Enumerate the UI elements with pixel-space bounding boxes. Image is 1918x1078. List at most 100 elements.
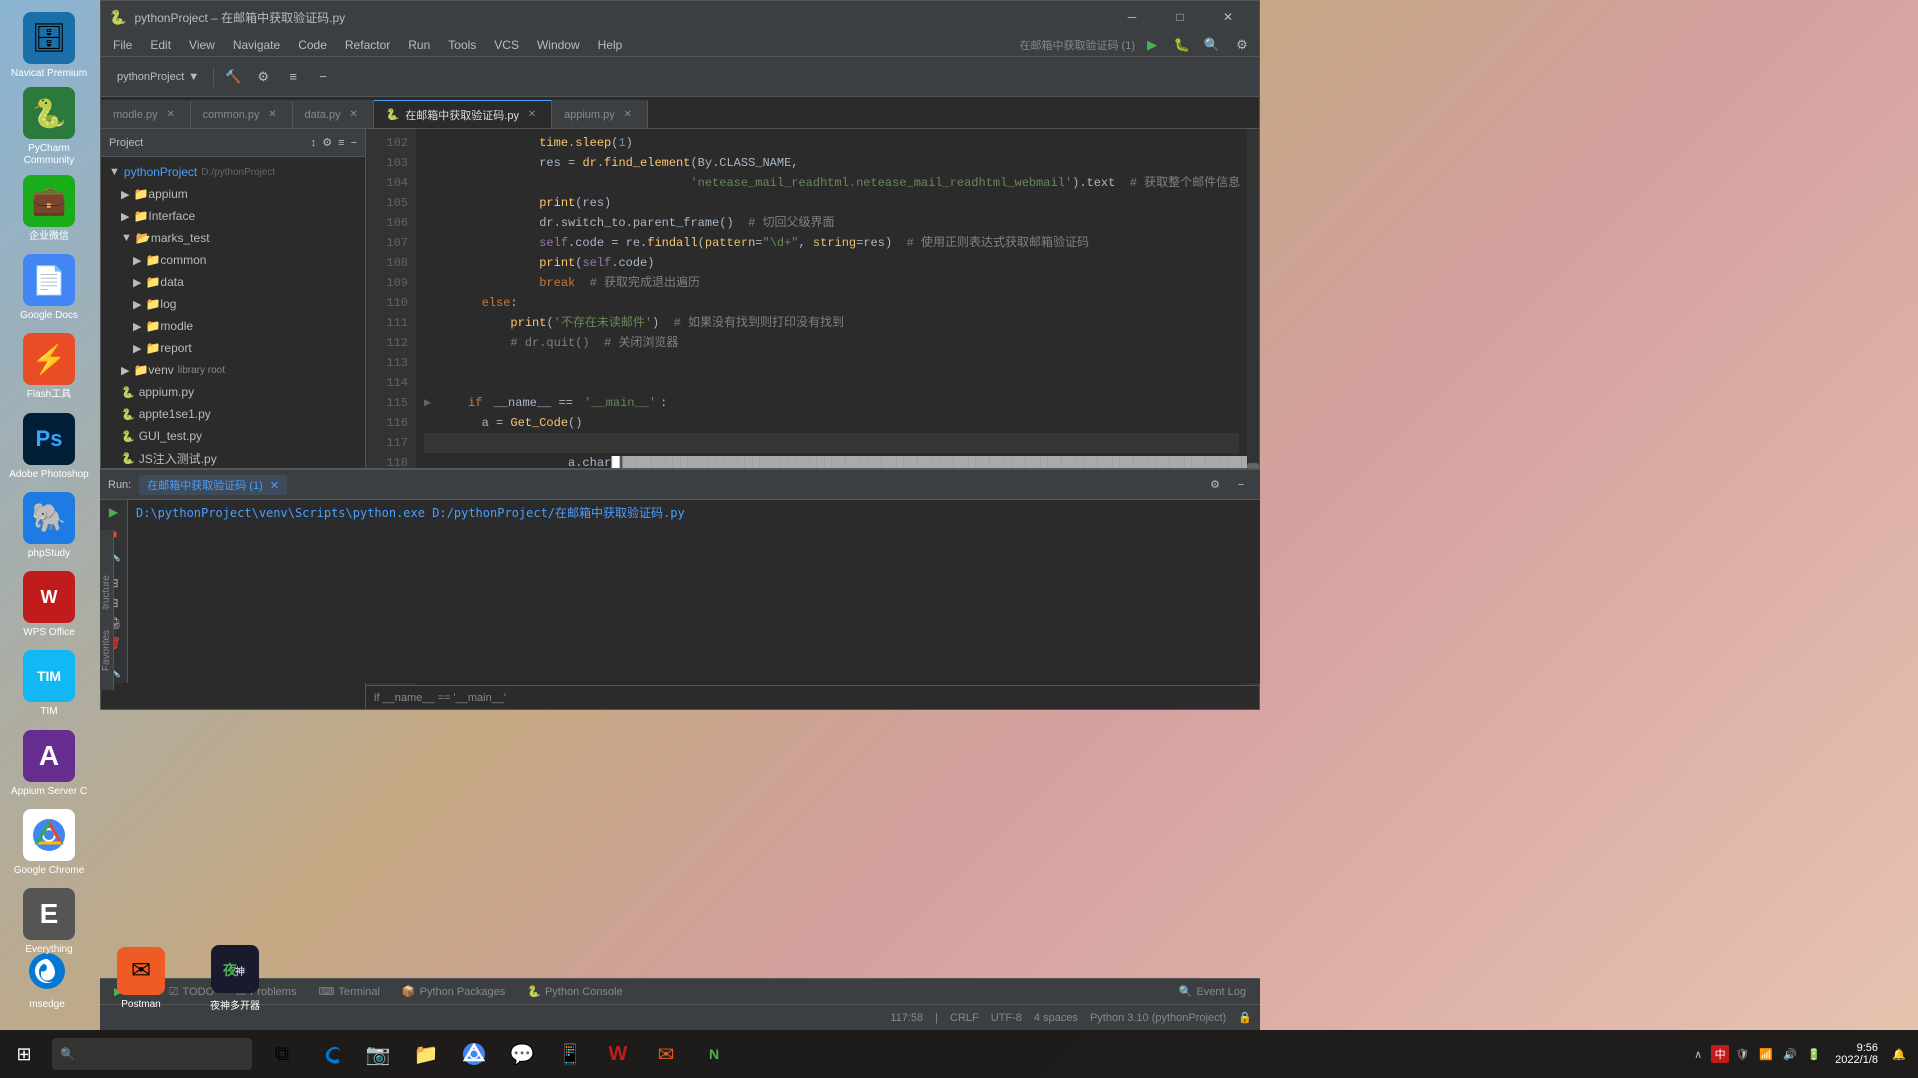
status-indent[interactable]: 4 spaces — [1034, 1012, 1078, 1024]
sidebar-app-tim[interactable]: TIM TIM — [5, 647, 93, 722]
tree-appium-py[interactable]: 🐍 appium.py — [101, 381, 365, 403]
tray-battery[interactable]: 🔋 — [1803, 1043, 1825, 1065]
tab-data[interactable]: data.py ✕ — [293, 100, 374, 128]
taskbar-phone-link[interactable]: 📱 — [548, 1032, 592, 1076]
start-button[interactable]: ⊞ — [0, 1030, 48, 1078]
taskbar-greenshot[interactable]: 📷 — [356, 1032, 400, 1076]
taskbar-nox[interactable]: N — [692, 1032, 736, 1076]
tab-common-close[interactable]: ✕ — [266, 108, 280, 122]
tab-modle[interactable]: modle.py ✕ — [101, 100, 191, 128]
taskbar-search[interactable]: 🔍 — [52, 1038, 252, 1070]
sidebar-app-pycharm[interactable]: 🐍 PyCharm Community — [5, 87, 93, 167]
tray-keyboard-layout[interactable]: 中 — [1711, 1045, 1729, 1063]
project-gear-icon[interactable]: ⚙ — [322, 136, 332, 149]
sidebar-app-chrome[interactable]: Google Chrome — [5, 805, 93, 880]
tab-modle-close[interactable]: ✕ — [164, 108, 178, 122]
project-settings-icon[interactable]: ≡ — [338, 137, 344, 149]
sidebar-app-flash[interactable]: ⚡ Flash工具 — [5, 330, 93, 405]
tray-notification[interactable]: 🔔 — [1888, 1043, 1910, 1065]
sidebar-app-navicat[interactable]: 🗄 Navicat Premium — [5, 8, 93, 83]
menu-window[interactable]: Window — [529, 36, 588, 54]
bottom-tab-event-log[interactable]: 🔍 Event Log — [1169, 980, 1256, 1004]
project-dropdown[interactable]: pythonProject ▼ — [109, 64, 207, 90]
menu-code[interactable]: Code — [290, 36, 335, 54]
collapse-arrow-115[interactable]: ▶ — [424, 393, 431, 413]
tab-appium[interactable]: appium.py ✕ — [552, 100, 648, 128]
status-line-ending[interactable]: CRLF — [950, 1012, 979, 1024]
run-output[interactable]: D:\pythonProject\venv\Scripts\python.exe… — [128, 500, 1260, 683]
tree-marks-test[interactable]: ▼ 📂 marks_test — [101, 227, 365, 249]
debug-button[interactable]: 🐛 — [1169, 32, 1195, 58]
tab-verify-close[interactable]: ✕ — [525, 108, 539, 122]
toolbar-expand-icon[interactable]: ≡ — [280, 64, 306, 90]
run-settings-icon[interactable]: ⚙ — [1204, 474, 1226, 496]
tab-data-close[interactable]: ✕ — [347, 108, 361, 122]
sidebar-app-googledocs[interactable]: 📄 Google Docs — [5, 251, 93, 326]
tree-appte1se1[interactable]: 🐍 appte1se1.py — [101, 403, 365, 425]
tree-modle[interactable]: ▶ 📁 modle — [101, 315, 365, 337]
tree-root[interactable]: ▼ pythonProject D:/pythonProject — [101, 161, 365, 183]
menu-help[interactable]: Help — [590, 36, 631, 54]
taskbar-postman[interactable]: ✉ — [644, 1032, 688, 1076]
menu-file[interactable]: File — [105, 36, 140, 54]
tree-venv[interactable]: ▶ 📁 venv library root — [101, 359, 365, 381]
sidebar-app-ps[interactable]: Ps Adobe Photoshop — [5, 409, 93, 484]
menu-tools[interactable]: Tools — [440, 36, 484, 54]
run-close-icon[interactable]: − — [1230, 474, 1252, 496]
tree-log[interactable]: ▶ 📁 log — [101, 293, 365, 315]
maximize-button[interactable]: □ — [1157, 1, 1203, 33]
tree-report[interactable]: ▶ 📁 report — [101, 337, 365, 359]
search-button[interactable]: 🔍 — [1199, 32, 1225, 58]
project-minimize-icon[interactable]: − — [351, 137, 357, 149]
sidebar-app-phpstudy[interactable]: 🐘 phpStudy — [5, 488, 93, 563]
sidebar-app-wps[interactable]: W WPS Office — [5, 568, 93, 643]
tray-wifi[interactable]: 📶 — [1755, 1043, 1777, 1065]
favorites-vertical-tab[interactable]: Favorites — [100, 610, 114, 690]
menu-run[interactable]: Run — [400, 36, 438, 54]
taskbar-task-view[interactable]: ⧉ — [260, 1032, 304, 1076]
toolbar-settings-icon[interactable]: ⚙ — [250, 64, 276, 90]
close-button[interactable]: ✕ — [1205, 1, 1251, 33]
bottom-tab-python-packages[interactable]: 📦 Python Packages — [392, 980, 515, 1004]
taskbar-wps[interactable]: W — [596, 1032, 640, 1076]
menu-navigate[interactable]: Navigate — [225, 36, 288, 54]
desktop-postman[interactable]: ✉ Postman — [94, 934, 188, 1022]
taskbar-wechat[interactable]: 💬 — [500, 1032, 544, 1076]
tree-interface[interactable]: ▶ 📁 Interface — [101, 205, 365, 227]
tree-js-inject[interactable]: 🐍 JS注入测试.py — [101, 447, 365, 469]
tray-volume[interactable]: 🔊 — [1779, 1043, 1801, 1065]
bottom-tab-terminal[interactable]: ⌨ Terminal — [308, 980, 389, 1004]
sidebar-app-everything[interactable]: E Everything — [5, 885, 93, 960]
tab-common[interactable]: common.py ✕ — [191, 100, 293, 128]
toolbar-minus-icon[interactable]: − — [310, 64, 336, 90]
status-encoding[interactable]: UTF-8 — [991, 1012, 1022, 1024]
bottom-tab-python-console[interactable]: 🐍 Python Console — [517, 980, 632, 1004]
desktop-nox[interactable]: 夜 神 夜神多开器 — [188, 934, 282, 1022]
menu-view[interactable]: View — [181, 36, 223, 54]
tree-common[interactable]: ▶ 📁 common — [101, 249, 365, 271]
status-python-version[interactable]: Python 3.10 (pythonProject) — [1090, 1012, 1226, 1024]
run-play-btn[interactable]: ▶ — [104, 504, 124, 520]
taskbar-file-explorer[interactable]: 📁 — [404, 1032, 448, 1076]
tab-verify-active[interactable]: 🐍 在邮箱中获取验证码.py ✕ — [374, 100, 552, 128]
menu-refactor[interactable]: Refactor — [337, 36, 398, 54]
menu-edit[interactable]: Edit — [142, 36, 179, 54]
build-icon[interactable]: 🔨 — [220, 64, 246, 90]
run-tab-active[interactable]: 在邮箱中获取验证码 (1) ✕ — [139, 475, 287, 495]
taskbar-edge[interactable] — [308, 1032, 352, 1076]
sidebar-app-appium[interactable]: A Appium Server C — [5, 726, 93, 801]
tray-up-arrow[interactable]: ∧ — [1687, 1043, 1709, 1065]
menu-vcs[interactable]: VCS — [486, 36, 527, 54]
run-tab-close[interactable]: ✕ — [270, 480, 279, 492]
settings-button[interactable]: ⚙ — [1229, 32, 1255, 58]
tree-gui-test[interactable]: 🐍 GUI_test.py — [101, 425, 365, 447]
minimize-button[interactable]: ─ — [1109, 1, 1155, 33]
tree-data[interactable]: ▶ 📁 data — [101, 271, 365, 293]
project-sort-icon[interactable]: ↕ — [311, 137, 317, 149]
tray-antivirus[interactable]: 🛡 — [1731, 1043, 1753, 1065]
tree-appium[interactable]: ▶ 📁 appium — [101, 183, 365, 205]
sidebar-app-wecom[interactable]: 💼 企业微信 — [5, 171, 93, 246]
tab-appium-close[interactable]: ✕ — [621, 108, 635, 122]
run-button[interactable]: ▶ — [1139, 32, 1165, 58]
taskbar-chrome[interactable] — [452, 1032, 496, 1076]
